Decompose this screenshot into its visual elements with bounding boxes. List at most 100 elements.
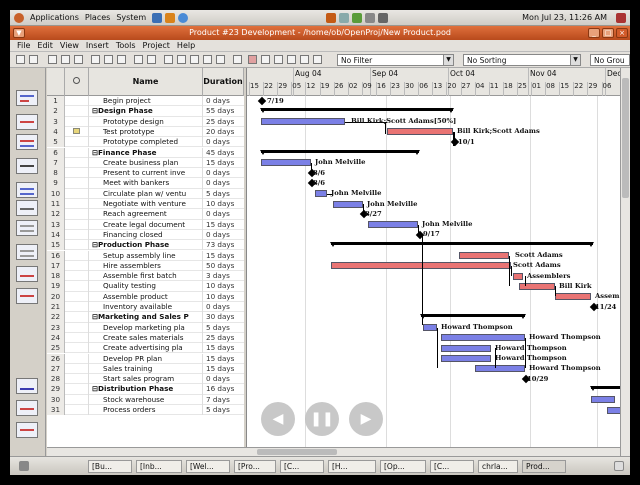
row-number[interactable]: 10: [47, 188, 65, 199]
task-duration[interactable]: 10 days: [203, 199, 244, 209]
row-number[interactable]: 24: [47, 332, 65, 344]
table-row[interactable]: 25 Create advertising pla 15 days: [47, 343, 244, 354]
task-bar[interactable]: [441, 355, 491, 362]
task-duration[interactable]: 15 days: [203, 251, 244, 261]
task-name[interactable]: Present to current inve: [89, 168, 203, 179]
task-bar[interactable]: [333, 200, 363, 208]
indent-icon[interactable]: [203, 55, 212, 64]
table-row[interactable]: 18 Assemble first batch 3 days: [47, 271, 244, 282]
taskbar-button[interactable]: [Bu...: [88, 460, 132, 473]
rbs-view-button[interactable]: [16, 200, 38, 216]
row-number[interactable]: 25: [47, 343, 65, 354]
menu-applications[interactable]: Applications: [30, 13, 79, 22]
table-row[interactable]: 11 Negotiate with venture 10 days: [47, 199, 244, 210]
task-duration[interactable]: 15 days: [203, 364, 244, 374]
table-row[interactable]: 6 ⊟Finance Phase 45 days: [47, 147, 244, 158]
task-duration[interactable]: 0 days: [203, 374, 244, 384]
task-duration[interactable]: 20 days: [203, 127, 244, 137]
table-row[interactable]: 29 ⊟Distribution Phase 16 days: [47, 384, 244, 395]
charts-view-button[interactable]: [16, 400, 38, 416]
milestone[interactable]: [257, 96, 267, 106]
previous-button[interactable]: ◀: [261, 402, 295, 436]
task-name[interactable]: Develop marketing pla: [89, 322, 203, 333]
row-number[interactable]: 12: [47, 209, 65, 220]
row-number[interactable]: 11: [47, 199, 65, 210]
task-name[interactable]: Setup assembly line: [89, 250, 203, 261]
task-name[interactable]: Sales training: [89, 363, 203, 375]
task-bar[interactable]: [261, 118, 345, 126]
menu-insert[interactable]: Insert: [86, 41, 109, 50]
mail-launcher-icon[interactable]: [165, 12, 176, 23]
outdent-icon[interactable]: [216, 55, 225, 64]
task-name[interactable]: Inventory available: [89, 302, 203, 313]
table-row[interactable]: 27 Sales training 15 days: [47, 363, 244, 375]
chevron-down-icon[interactable]: ▼: [570, 55, 580, 65]
task-duration[interactable]: 30 days: [203, 312, 244, 322]
row-number[interactable]: 18: [47, 271, 65, 282]
table-row[interactable]: 3 Prototype design 25 days: [47, 116, 244, 127]
horizontal-scrollbar[interactable]: [47, 447, 620, 456]
taskbar-button[interactable]: chrla...: [478, 460, 518, 473]
taskbar-button[interactable]: [C...: [430, 460, 474, 473]
scroll-thumb[interactable]: [622, 78, 629, 198]
row-number[interactable]: 26: [47, 353, 65, 364]
task-name[interactable]: Prototype completed: [89, 137, 203, 148]
task-name[interactable]: Hire assemblers: [89, 260, 203, 272]
task-bar[interactable]: [591, 396, 615, 404]
table-row[interactable]: 16 Setup assembly line 15 days: [47, 250, 244, 261]
network-view-button[interactable]: [16, 114, 38, 130]
task-name[interactable]: ⊟Marketing and Sales P: [89, 312, 203, 323]
task-name[interactable]: Create legal document: [89, 219, 203, 230]
shutdown-icon[interactable]: [616, 12, 626, 23]
taskbar-button[interactable]: [Inb...: [136, 460, 182, 473]
window-titlebar[interactable]: ▼ Product #23 Development - /home/ob/Ope…: [10, 26, 630, 40]
vertical-scrollbar[interactable]: [620, 68, 630, 456]
link-icon[interactable]: [177, 55, 186, 64]
sorting-combo[interactable]: No Sorting ▼: [463, 54, 581, 66]
maximize-button[interactable]: □: [602, 28, 614, 38]
task-duration[interactable]: 10 days: [203, 292, 244, 302]
menu-places[interactable]: Places: [85, 13, 110, 22]
table-row[interactable]: 7 Create business plan 15 days: [47, 157, 244, 169]
task-duration[interactable]: 0 days: [203, 137, 244, 147]
find-icon[interactable]: [164, 55, 173, 64]
gnome-foot-icon[interactable]: [14, 12, 24, 23]
taskbar-button[interactable]: [Op...: [380, 460, 426, 473]
task-duration[interactable]: 3 days: [203, 271, 244, 281]
task-duration[interactable]: 5 days: [203, 323, 244, 333]
task-name[interactable]: Start sales program: [89, 374, 203, 385]
row-number[interactable]: 15: [47, 240, 65, 251]
summary-bar[interactable]: [420, 314, 526, 320]
task-name[interactable]: ⊟Finance Phase: [89, 147, 203, 158]
minimize-button[interactable]: _: [588, 28, 600, 38]
zoom-out-icon[interactable]: [274, 55, 283, 64]
task-name[interactable]: Assemble first batch: [89, 271, 203, 282]
task-bar[interactable]: [368, 221, 418, 229]
undo-icon[interactable]: [134, 55, 143, 64]
table-row[interactable]: 21 Inventory available 0 days: [47, 302, 244, 313]
project-view-button[interactable]: [16, 158, 38, 174]
workspace-switcher-icon[interactable]: [614, 461, 624, 471]
task-name[interactable]: Create business plan: [89, 157, 203, 169]
table-row[interactable]: 13 Create legal document 15 days: [47, 219, 244, 230]
show-desktop-icon[interactable]: [19, 461, 29, 471]
table-row[interactable]: 31 Process orders 5 days: [47, 405, 244, 416]
task-duration[interactable]: 0 days: [203, 230, 244, 240]
task-name[interactable]: Prototype design: [89, 116, 203, 127]
task-info-icon[interactable]: [233, 55, 242, 64]
zoom-in-icon[interactable]: [261, 55, 270, 64]
task-name[interactable]: Develop PR plan: [89, 353, 203, 364]
redo-icon[interactable]: [147, 55, 156, 64]
row-number[interactable]: 31: [47, 405, 65, 416]
hscroll-thumb[interactable]: [257, 449, 337, 455]
window-menu-icon[interactable]: ▼: [13, 28, 25, 38]
row-number[interactable]: 20: [47, 291, 65, 302]
summary-bar[interactable]: [590, 386, 620, 392]
duration-column-header[interactable]: Duration: [203, 68, 244, 96]
task-duration[interactable]: 50 days: [203, 261, 244, 271]
gantt-view-button[interactable]: [16, 90, 38, 106]
open-icon[interactable]: [29, 55, 38, 64]
task-name[interactable]: ⊟Production Phase: [89, 240, 203, 251]
table-row[interactable]: 30 Stock warehouse 7 days: [47, 394, 244, 405]
task-duration[interactable]: 7 days: [203, 395, 244, 405]
